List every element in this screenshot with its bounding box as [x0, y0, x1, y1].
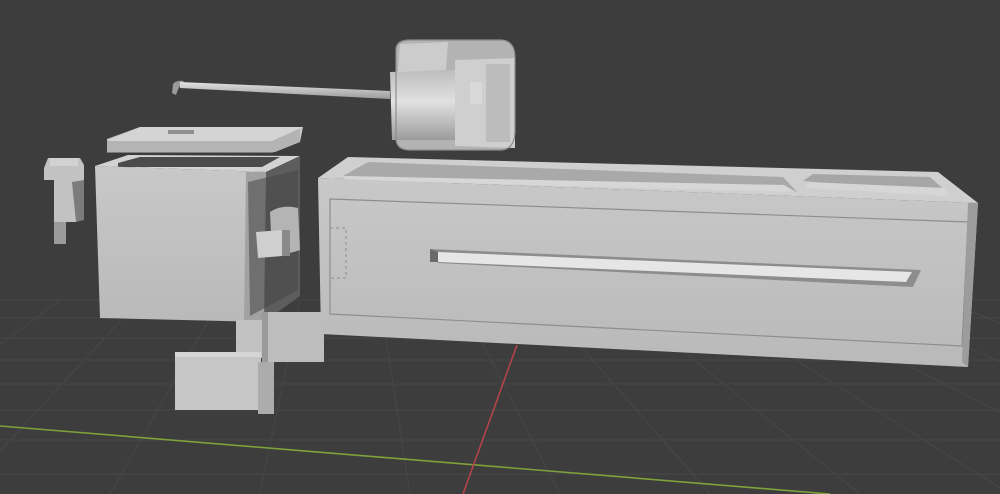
y-axis-line: [462, 344, 518, 494]
cubic-housing-mesh[interactable]: [95, 155, 324, 362]
tray-housing-mesh[interactable]: [318, 157, 978, 367]
viewport-scene[interactable]: [0, 0, 1000, 494]
x-axis-line: [0, 425, 831, 494]
base-block-mesh[interactable]: [175, 352, 274, 414]
lid-plate-mesh[interactable]: [107, 127, 303, 153]
side-clip-mesh[interactable]: [44, 158, 84, 244]
3d-viewport[interactable]: [0, 0, 1000, 494]
